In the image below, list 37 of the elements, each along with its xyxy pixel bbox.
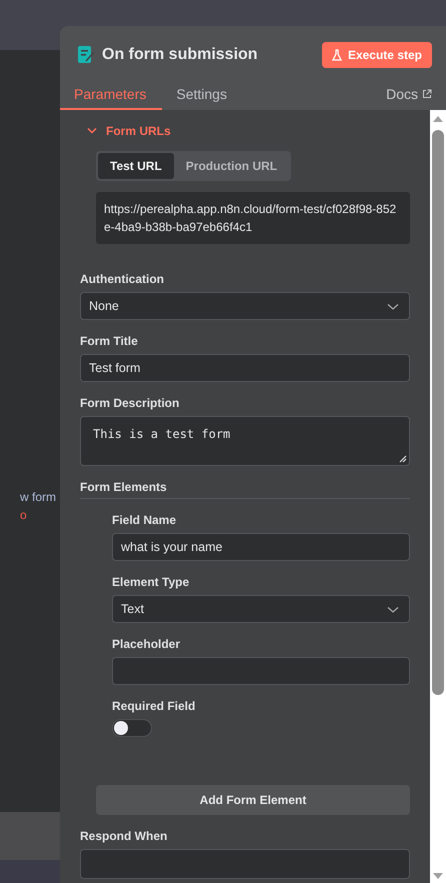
flask-icon [332,49,342,61]
field-label: Form Title [80,334,139,348]
field-label: Authentication [80,272,165,286]
authentication-select[interactable]: None [80,292,410,320]
add-form-element-button[interactable]: Add Form Element [96,785,410,815]
scroll-down-icon[interactable] [433,873,443,879]
input-field[interactable]: what is your name [112,533,410,561]
canvas-text: o [20,508,27,522]
textarea-field[interactable]: This is a test form [80,416,410,466]
field-label: Form Description [80,396,180,410]
section-heading: Form Elements [80,480,410,499]
scroll-up-icon[interactable] [433,116,443,122]
docs-link[interactable]: Docs [386,86,432,110]
input-field[interactable] [112,657,410,685]
url-toggle-option[interactable]: Test URL [98,153,174,179]
external-link-icon [422,89,432,99]
chevron-down-icon [387,606,399,614]
panel-tab[interactable]: Settings [162,86,243,110]
chevron-down-icon[interactable] [86,127,98,135]
panel-title: On form submission [102,46,259,64]
resize-grip-icon [399,455,407,463]
element-type-select[interactable]: Text [112,595,410,623]
url-toggle-option[interactable]: Production URL [174,153,290,179]
field-label: Field Name [112,513,178,527]
canvas-text: w form [20,490,56,504]
section-title: Form URLs [106,124,171,138]
field-label: Respond When [80,829,168,843]
url-text: https://perealpha.app.n8n.cloud/form-test/cf028f98-852e-4ba9-b38b-ba97eb66f4c1 [96,192,410,244]
scrollbar[interactable] [430,110,446,883]
chevron-down-icon [387,303,399,311]
field-label: Element Type [112,575,190,589]
field-label: Placeholder [112,637,182,651]
form-edit-icon [78,46,94,64]
input-field[interactable]: Test form [80,354,410,382]
field-label: Required Field [112,699,196,713]
toggle-switch[interactable] [112,719,152,737]
select-field[interactable] [80,849,410,879]
